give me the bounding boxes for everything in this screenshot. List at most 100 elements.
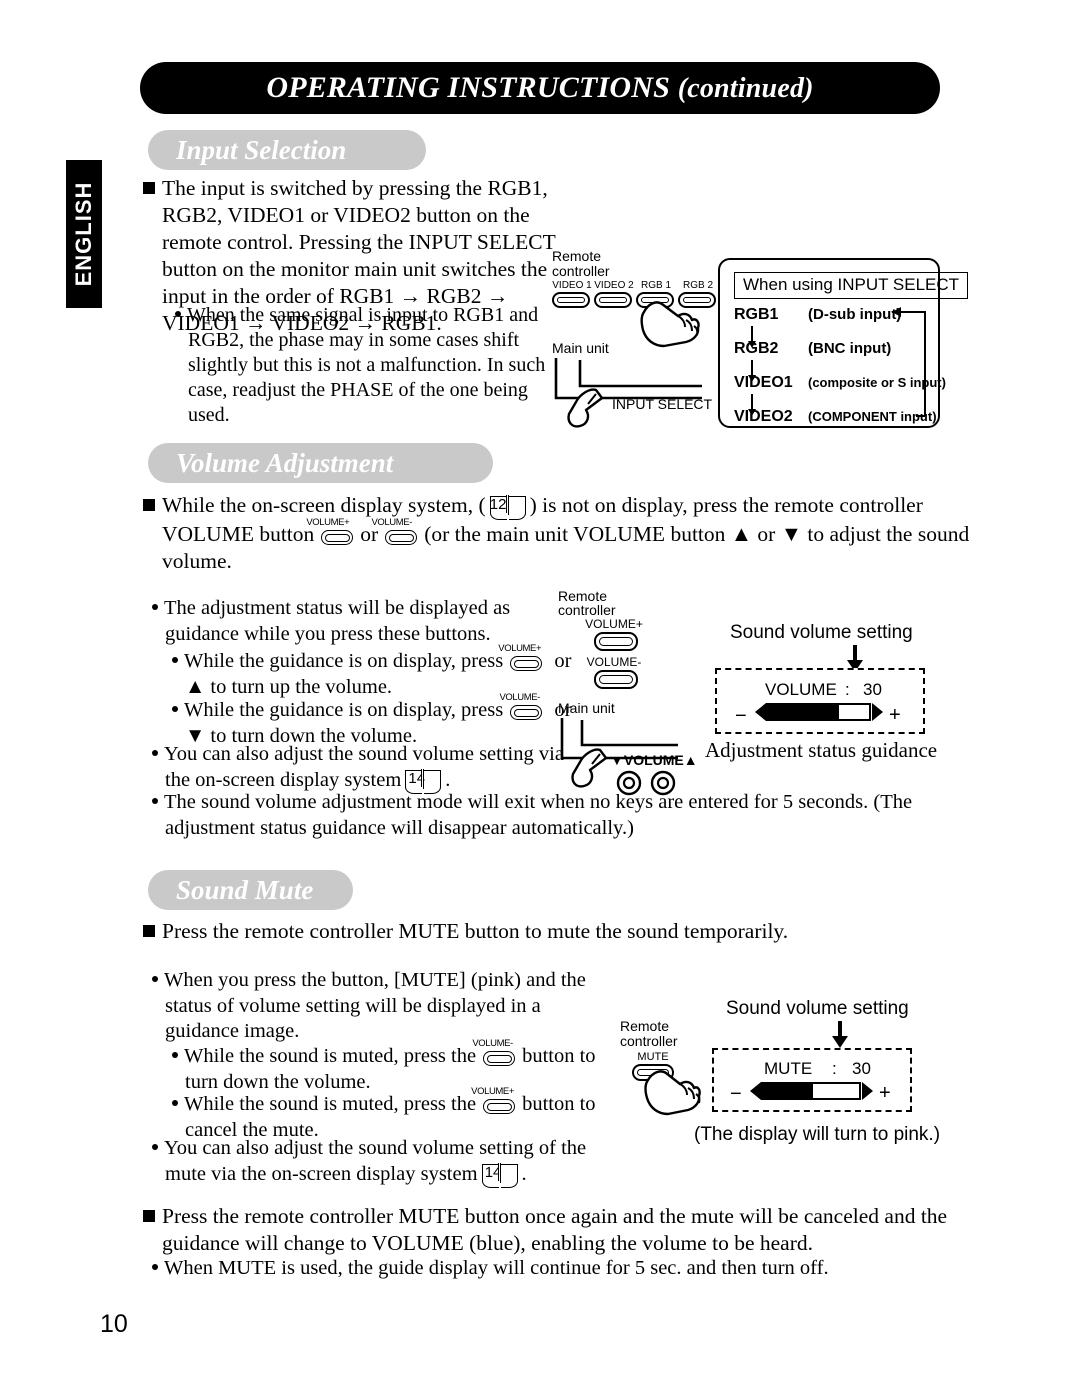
section-heading-input-selection: Input Selection [148, 130, 426, 170]
line: The sound volume adjustment mode will ex… [164, 791, 536, 813]
pointing-hand-icon [644, 1070, 701, 1116]
mute-osd-caption: (The display will turn to pink.) [694, 1124, 941, 1145]
sound-mute-main-bullet: Press the remote controller MUTE button … [143, 918, 972, 945]
line: You can also adjust the sound volume set… [164, 1137, 587, 1159]
key-shape [483, 1099, 516, 1114]
key-label: VOLUME+ [498, 643, 542, 654]
volume-osd-box: VOLUME : 30 − + [715, 668, 925, 734]
volume-figure: Remote controller VOLUME+ VOLUME- Main u… [558, 588, 708, 808]
main-unit-volume-label: ▼VOLUME▲ [610, 752, 698, 768]
remote-button-label: MUTE [637, 1051, 669, 1063]
remote-key-volume-up-icon: VOLUME+ [306, 517, 358, 547]
dot-bullet-icon [172, 657, 178, 663]
page-title-main: OPERATING INSTRUCTIONS [266, 71, 670, 104]
dot-bullet-icon [152, 750, 158, 756]
line: While the sound is muted, press the [184, 1045, 477, 1067]
intro-line1b: ) is not on display, press the remote [529, 493, 834, 517]
button-shape [594, 632, 638, 651]
section-heading-label: Sound Mute [176, 874, 314, 905]
period: . [445, 768, 451, 791]
line: case, readjust the PHASE of the one bein… [188, 379, 528, 401]
section-heading-label: Volume Adjustment [176, 447, 394, 478]
button-shape [594, 292, 632, 308]
remote-controller-label-line2: controller [552, 263, 610, 279]
dot-bullet-icon [152, 1264, 158, 1270]
page-ref-book-icon: 12 [487, 494, 529, 520]
dot-bullet-icon [175, 311, 181, 317]
language-tab-label: ENGLISH [71, 181, 96, 287]
main-unit-volume-buttons[interactable] [616, 770, 678, 798]
pointing-hand-icon [640, 301, 700, 348]
section-heading-sound-mute: Sound Mute [148, 870, 353, 910]
page-number: 10 [100, 1310, 128, 1338]
dot-bullet-icon [152, 798, 158, 804]
remote-button-label: RGB 2 [682, 280, 714, 291]
square-bullet-icon [143, 499, 155, 511]
key-label: VOLUME- [371, 517, 412, 528]
page-title-suffix: (continued) [677, 73, 814, 104]
line: slightly but this is not a malfunction. … [188, 354, 546, 376]
line: Press the remote controller MUTE button … [162, 919, 789, 943]
key-label: VOLUME- [499, 692, 540, 703]
button-shape [552, 292, 590, 308]
section-heading-label: Input Selection [176, 134, 347, 165]
book-spine [497, 1162, 501, 1183]
osd-volume-bar-fill [763, 1084, 813, 1098]
key-label: VOLUME+ [306, 517, 350, 528]
osd-item-label: VOLUME [765, 680, 837, 699]
remote-key-volume-down-icon: VOLUME- [472, 1038, 520, 1068]
remote-button-video1[interactable]: VIDEO 1 [552, 280, 592, 312]
line: While the guidance is on display, press [184, 699, 504, 721]
line: used. [188, 404, 230, 426]
mute-bullet-1: When you press the button, [MUTE] (pink)… [152, 968, 615, 1045]
remote-button-volume-up[interactable]: VOLUME+ [585, 618, 643, 652]
remote-key-volume-up-icon: VOLUME+ [471, 1086, 520, 1116]
osd-plus-sign: + [879, 1082, 891, 1104]
period: . [521, 1162, 527, 1185]
closing-note: When MUTE is used, the guide display wil… [152, 1255, 975, 1282]
key-shape [483, 1051, 516, 1066]
line: When you press the button, [MUTE] (pink)… [164, 969, 586, 991]
main-unit-label: Main unit [552, 340, 609, 356]
key-shape [385, 530, 418, 545]
key-shape [510, 705, 543, 720]
line: guidance while you press these buttons. [165, 622, 491, 645]
volume-bullet-1: The adjustment status will be displayed … [152, 596, 565, 647]
line: You can also adjust the sound volume set… [164, 743, 534, 765]
remote-controller-label-line1: Remote [620, 1018, 670, 1034]
key-label: VOLUME- [472, 1038, 513, 1049]
line: mute via the on-screen display system [165, 1162, 478, 1185]
page-title-bar: OPERATING INSTRUCTIONS (continued) [140, 62, 940, 114]
osd-volume-bar-fill [768, 705, 839, 719]
intro-line2b: (or the main unit VOLUME button ▲ or [424, 522, 776, 546]
book-left-cover [489, 513, 507, 520]
remote-button-volume-down[interactable]: VOLUME- [587, 656, 641, 690]
volume-bullet-4: You can also adjust the sound volume set… [152, 742, 565, 794]
mute-bullet-4: You can also adjust the sound volume set… [152, 1136, 615, 1188]
remote-controller-label-line1: Remote [552, 248, 602, 264]
key-shape [321, 530, 354, 545]
remote-key-volume-up-icon: VOLUME+ [498, 643, 547, 673]
line: When MUTE is used, the guide display wil… [164, 1257, 829, 1279]
book-right-cover [500, 1180, 518, 1188]
key-label: VOLUME+ [471, 1086, 515, 1097]
osd-right-arrow-icon [872, 703, 883, 721]
volume-osd-title: Sound volume setting [730, 622, 913, 643]
input-selection-figure: Remote controller VIDEO 1 VIDEO 2 RGB 1 … [552, 248, 722, 428]
osd-value: 30 [863, 680, 882, 699]
page-ref-book-icon: 14 [479, 1162, 521, 1188]
square-bullet-icon [143, 182, 155, 194]
remote-controller-label-line2: controller [620, 1033, 678, 1049]
osd-volume-bar [766, 703, 871, 721]
remote-button-video2[interactable]: VIDEO 2 [594, 280, 634, 312]
book-spine [505, 495, 509, 515]
dot-bullet-icon [172, 706, 178, 712]
osd-volume-bar [761, 1082, 861, 1100]
key-shape [510, 656, 543, 671]
line: automatically.) [511, 816, 634, 839]
dot-bullet-icon [152, 1144, 158, 1150]
mute-bullet-2: While the sound is muted, press the VOLUM… [172, 1038, 615, 1095]
line: guidance image. [165, 1020, 300, 1042]
remote-button-label: VOLUME+ [585, 617, 643, 631]
dot-bullet-icon [172, 1052, 178, 1058]
